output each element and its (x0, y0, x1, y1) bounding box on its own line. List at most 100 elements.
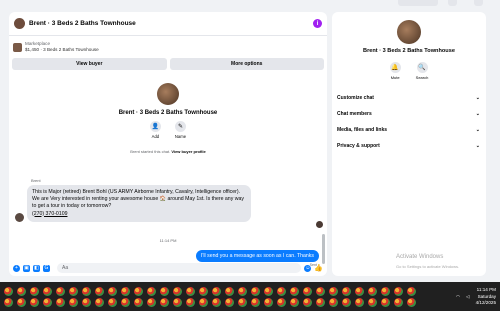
chrome-taskbar-icon[interactable] (147, 297, 156, 307)
marketplace-listing[interactable]: Marketplace $1,450 · 3 Beds 2 Baths Town… (9, 36, 327, 58)
speaker-icon[interactable]: ◁ (466, 294, 470, 300)
chrome-taskbar-icon[interactable] (186, 286, 195, 296)
scrollbar[interactable] (322, 234, 325, 264)
chrome-taskbar-icon[interactable] (303, 297, 312, 307)
chrome-taskbar-icon[interactable] (43, 286, 52, 296)
view-buyer-button[interactable]: View buyer (12, 58, 167, 70)
chrome-taskbar-icon[interactable] (342, 297, 351, 307)
chrome-taskbar-icon[interactable] (290, 297, 299, 307)
wifi-icon[interactable]: ◠ (456, 294, 460, 300)
search-button[interactable]: 🔍 Search (416, 62, 428, 80)
chrome-taskbar-icon[interactable] (329, 286, 338, 296)
info-icon[interactable]: i (313, 19, 322, 28)
message-input[interactable]: Aa (57, 263, 302, 273)
chrome-taskbar-icon[interactable] (316, 297, 325, 307)
menu-media-files-links[interactable]: Media, files and links ⌄ (332, 122, 486, 138)
chrome-taskbar-icon[interactable] (251, 286, 260, 296)
menu-privacy-support[interactable]: Privacy & support ⌄ (332, 138, 486, 154)
sticker-icon[interactable]: ◧ (33, 264, 40, 272)
chrome-taskbar-icon[interactable] (108, 286, 117, 296)
chrome-taskbar-icon[interactable] (82, 286, 91, 296)
like-icon[interactable]: 👍 (314, 264, 323, 272)
add-person-icon: 👤 (149, 121, 161, 132)
chrome-taskbar-icon[interactable] (329, 297, 338, 307)
avatar[interactable] (14, 18, 25, 29)
chrome-taskbar-icon[interactable] (134, 297, 143, 307)
emoji-icon[interactable]: ☺ (304, 264, 312, 272)
chrome-taskbar-icon[interactable] (121, 297, 130, 307)
chrome-taskbar-icon[interactable] (342, 286, 351, 296)
chrome-taskbar-icon[interactable] (108, 297, 117, 307)
top-toolbar-button[interactable] (474, 0, 483, 6)
chrome-taskbar-icon[interactable] (225, 286, 234, 296)
chrome-taskbar-icon[interactable] (251, 297, 260, 307)
chrome-taskbar-icon[interactable] (95, 286, 104, 296)
chrome-taskbar-icon[interactable] (56, 286, 65, 296)
chrome-taskbar-icon[interactable] (394, 286, 403, 296)
avatar[interactable] (157, 83, 179, 105)
chrome-taskbar-icon[interactable] (173, 286, 182, 296)
chrome-taskbar-icon[interactable] (277, 297, 286, 307)
chrome-taskbar-icon[interactable] (17, 286, 26, 296)
chrome-taskbar-icon[interactable] (30, 286, 39, 296)
gif-icon[interactable]: G (43, 264, 50, 272)
chrome-taskbar-icon[interactable] (212, 297, 221, 307)
view-buyer-profile-link[interactable]: View buyer profile (171, 149, 205, 154)
chrome-taskbar-icon[interactable] (17, 297, 26, 307)
chrome-taskbar-icon[interactable] (407, 286, 416, 296)
chrome-taskbar-icon[interactable] (82, 297, 91, 307)
chrome-taskbar-icon[interactable] (95, 297, 104, 307)
chevron-down-icon: ⌄ (475, 95, 480, 101)
chrome-taskbar-icon[interactable] (290, 286, 299, 296)
chrome-taskbar-icon[interactable] (264, 297, 273, 307)
clock[interactable]: 11:14 PM Saturday 4/12/2025 (476, 287, 496, 306)
chrome-taskbar-icon[interactable] (43, 297, 52, 307)
avatar[interactable] (15, 212, 24, 222)
chrome-taskbar-icon[interactable] (225, 297, 234, 307)
chrome-taskbar-icon[interactable] (264, 286, 273, 296)
chrome-taskbar-icon[interactable] (186, 297, 195, 307)
top-toolbar-button[interactable] (448, 0, 457, 6)
incoming-message-bubble[interactable]: This is Major (retired) Brent Bohl (US A… (27, 185, 251, 222)
chrome-taskbar-icon[interactable] (368, 297, 377, 307)
chat-title[interactable]: Brent · 3 Beds 2 Baths Townhouse (29, 20, 309, 27)
mute-button[interactable]: 🔔 Mute (389, 62, 401, 80)
chrome-taskbar-icon[interactable] (238, 297, 247, 307)
menu-customize-chat[interactable]: Customize chat ⌄ (332, 90, 486, 106)
plus-icon[interactable]: + (13, 264, 20, 272)
chrome-taskbar-icon[interactable] (407, 297, 416, 307)
avatar[interactable] (397, 20, 421, 44)
chrome-taskbar-icon[interactable] (381, 286, 390, 296)
name-button[interactable]: ✎ Name (175, 121, 186, 139)
chrome-taskbar-icon[interactable] (238, 286, 247, 296)
chrome-taskbar-icon[interactable] (199, 286, 208, 296)
top-toolbar-pill[interactable] (398, 0, 438, 6)
chrome-taskbar-icon[interactable] (277, 286, 286, 296)
chrome-taskbar-icon[interactable] (4, 297, 13, 307)
chrome-taskbar-icon[interactable] (160, 286, 169, 296)
chrome-taskbar-icon[interactable] (355, 286, 364, 296)
chrome-taskbar-icon[interactable] (355, 297, 364, 307)
chrome-taskbar-icon[interactable] (69, 297, 78, 307)
chrome-taskbar-icon[interactable] (121, 286, 130, 296)
more-options-button[interactable]: More options (169, 58, 324, 70)
chrome-taskbar-icon[interactable] (212, 286, 221, 296)
chrome-taskbar-icon[interactable] (147, 286, 156, 296)
chrome-taskbar-icon[interactable] (30, 297, 39, 307)
chrome-taskbar-icon[interactable] (316, 286, 325, 296)
add-button[interactable]: 👤 Add (149, 121, 161, 139)
chrome-taskbar-icon[interactable] (173, 297, 182, 307)
chrome-taskbar-icon[interactable] (160, 297, 169, 307)
chrome-taskbar-icon[interactable] (134, 286, 143, 296)
image-icon[interactable]: ▣ (23, 264, 30, 272)
chrome-taskbar-icon[interactable] (368, 286, 377, 296)
chrome-taskbar-icon[interactable] (199, 297, 208, 307)
chrome-taskbar-icon[interactable] (56, 297, 65, 307)
chrome-taskbar-icon[interactable] (381, 297, 390, 307)
phone-link[interactable]: (270) 370-0109 (32, 211, 67, 217)
chrome-taskbar-icon[interactable] (394, 297, 403, 307)
chrome-taskbar-icon[interactable] (4, 286, 13, 296)
menu-chat-members[interactable]: Chat members ⌄ (332, 106, 486, 122)
chrome-taskbar-icon[interactable] (69, 286, 78, 296)
chrome-taskbar-icon[interactable] (303, 286, 312, 296)
